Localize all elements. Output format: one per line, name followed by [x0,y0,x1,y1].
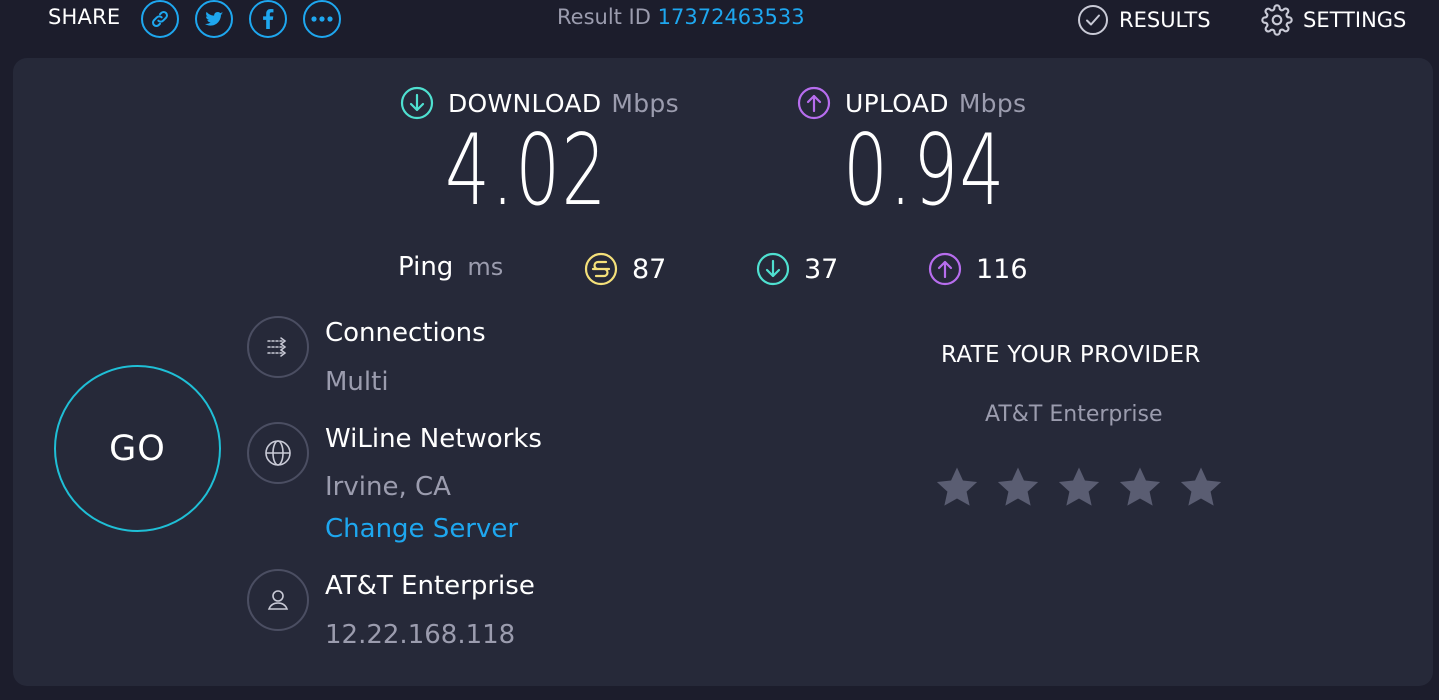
rate-provider-title: RATE YOUR PROVIDER [941,342,1201,368]
ping-idle-value: 87 [632,253,667,285]
idle-latency-icon [584,252,618,286]
share-more-button[interactable] [303,0,341,38]
star-icon[interactable] [995,464,1041,510]
go-button[interactable]: GO [54,365,221,532]
globe-icon [247,422,309,484]
connections-icon[interactable] [247,316,309,378]
more-icon [311,16,333,22]
upload-arrow-icon [797,86,831,120]
share-twitter-button[interactable] [195,0,233,38]
star-icon[interactable] [1056,464,1102,510]
connections-value[interactable]: Multi [325,367,389,397]
ping-label: Ping [398,252,454,282]
share-facebook-button[interactable] [249,0,287,38]
change-server-link[interactable]: Change Server [325,514,518,544]
upload-value: 0.94 [843,114,1006,228]
download-value: 4.02 [445,114,608,228]
ping-download: 37 [756,252,838,286]
isp-name: AT&T Enterprise [325,571,535,601]
isp-ip: 12.22.168.118 [325,620,516,650]
ping-header: Ping ms [398,252,503,282]
ping-upload: 116 [928,252,1028,286]
link-icon [152,11,168,27]
results-label: RESULTS [1119,8,1211,32]
result-id: Result ID 17372463533 [557,5,805,29]
star-icon[interactable] [1178,464,1224,510]
user-icon [247,569,309,631]
ping-idle: 87 [584,252,666,286]
rating-stars [934,464,1224,510]
share-label: SHARE [48,5,121,29]
ping-download-value: 37 [804,253,839,285]
result-card [13,58,1433,686]
result-id-label: Result ID [557,5,651,29]
star-icon[interactable] [1117,464,1163,510]
twitter-icon [204,11,224,26]
settings-label: SETTINGS [1303,8,1407,32]
share-link-button[interactable] [141,0,179,38]
download-arrow-icon [400,86,434,120]
server-name: WiLine Networks [325,424,542,454]
server-location: Irvine, CA [325,472,451,502]
check-circle-icon [1077,4,1109,36]
upload-latency-icon [928,252,962,286]
ping-unit: ms [467,253,504,281]
download-unit: Mbps [611,88,679,118]
facebook-icon [263,9,274,29]
top-bar: SHARE Result ID 17372463533 RESULTS SETT… [0,0,1439,50]
rate-provider-name: AT&T Enterprise [985,402,1163,427]
star-icon[interactable] [934,464,980,510]
gear-icon [1261,4,1293,36]
settings-button[interactable]: SETTINGS [1261,4,1406,36]
results-button[interactable]: RESULTS [1077,4,1211,36]
ping-upload-value: 116 [976,253,1028,285]
result-id-value[interactable]: 17372463533 [658,5,805,29]
download-latency-icon [756,252,790,286]
connections-title: Connections [325,318,486,348]
